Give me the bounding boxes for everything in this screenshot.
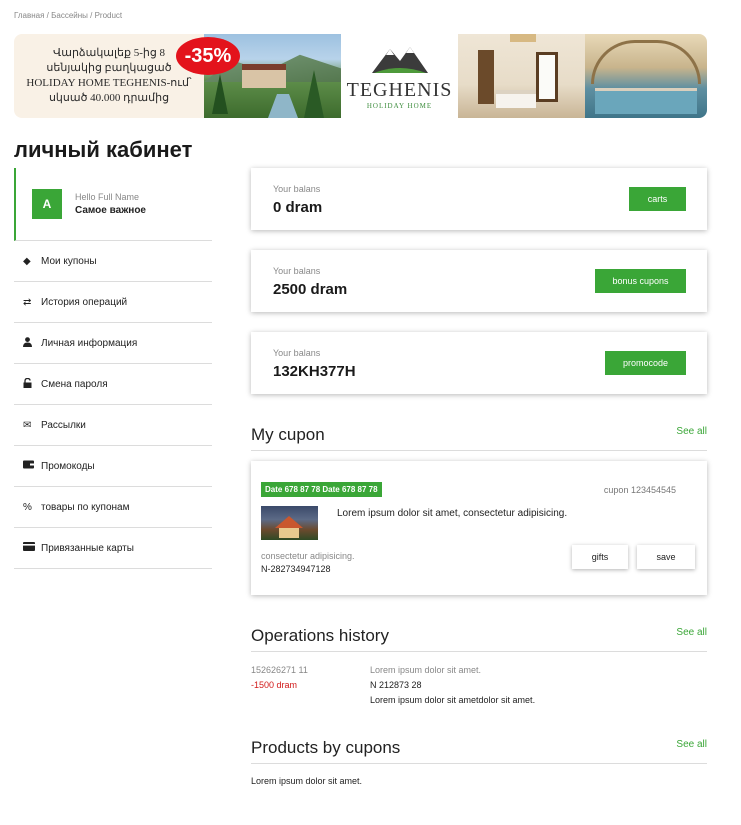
sidebar-item-personal-info[interactable]: Личная информация (14, 323, 212, 364)
save-button[interactable]: save (637, 545, 695, 569)
banner-photo-bedroom (458, 34, 585, 118)
credit-card-icon (23, 542, 39, 554)
operation-line: Lorem ipsum dolor sit amet. (370, 665, 482, 675)
section-title-products: Products by cupons (251, 738, 401, 757)
sidebar-item-label: История операций (41, 296, 128, 308)
balance-value: 2500 dram (273, 281, 348, 298)
logo-wordmark: TEGHENIS (346, 78, 453, 101)
breadcrumb[interactable]: Главная / Бассейны / Product (14, 11, 122, 20)
discount-badge: -35% (176, 37, 240, 75)
profile-subtitle: Самое важное (75, 205, 146, 216)
cupon-description: Lorem ipsum dolor sit amet, consectetur … (337, 508, 568, 519)
see-all-link[interactable]: See all (676, 426, 707, 437)
sidebar-item-label: Привязанные карты (41, 542, 134, 554)
balance-label: Your balans (273, 184, 321, 194)
sidebar-item-newsletters[interactable]: ✉ Рассылки (14, 405, 212, 446)
swap-arrows-icon: ⇄ (23, 296, 32, 308)
sidebar-item-label: Мои купоны (41, 255, 97, 267)
section-title-operations: Operations history (251, 626, 389, 645)
operation-line: Lorem ipsum dolor sit ametdolor sit amet… (370, 695, 536, 705)
lock-icon (23, 377, 39, 391)
cupon-subtext: consectetur adipisicing. (261, 551, 355, 561)
sidebar-item-label: товары по купонам (41, 501, 130, 513)
avatar: A (32, 189, 62, 219)
sidebar-item-my-coupons[interactable]: ◆ Мои купоны (14, 241, 212, 282)
cupon-number: cupon 123454545 (603, 485, 676, 495)
profile-card[interactable]: A Hello Full Name Самое важное (14, 168, 212, 241)
cupon-card: Date 678 87 78 Date 678 87 78 cupon 1234… (251, 461, 707, 595)
see-all-link[interactable]: See all (676, 739, 707, 750)
promo-banner[interactable]: Վարձակալեք 5-ից 8 սենյակից բաղկացած HOLI… (14, 34, 707, 118)
carts-button[interactable]: carts (629, 187, 686, 211)
sidebar-item-operations-history[interactable]: ⇄ История операций (14, 282, 212, 323)
balance-label: Your balans (273, 266, 321, 276)
divider (251, 450, 707, 451)
balance-card-promocode: Your balans 132KH377H promocode (251, 332, 707, 394)
cupon-code: N-282734947128 (261, 564, 331, 574)
profile-greeting: Hello Full Name (75, 192, 140, 202)
operation-amount: -1500 dram (251, 680, 298, 690)
balance-value: 132KH377H (273, 363, 356, 380)
balance-card-bonus: Your balans 2500 dram bonus cupons (251, 250, 707, 312)
see-all-link[interactable]: See all (676, 627, 707, 638)
section-title-my-cupon: My cupon (251, 425, 325, 444)
wallet-icon (23, 460, 39, 472)
promocode-button[interactable]: promocode (605, 351, 686, 375)
sidebar-item-promocodes[interactable]: Промокоды (14, 446, 212, 487)
banner-text-line: Վարձակալեք 5-ից 8 (52, 47, 166, 59)
banner-text-line: սենյակից բաղկացած (46, 62, 172, 74)
date-badge: Date 678 87 78 Date 678 87 78 (261, 482, 382, 497)
sidebar-item-change-password[interactable]: Смена пароля (14, 364, 212, 405)
sidebar-item-label: Личная информация (41, 337, 138, 349)
products-text: Lorem ipsum dolor sit amet. (251, 776, 363, 786)
gifts-button[interactable]: gifts (572, 545, 628, 569)
banner-text-line: HOLIDAY HOME TEGHENIS-ում՝ (26, 77, 192, 89)
balance-label: Your balans (273, 348, 321, 358)
mountain-logo-icon (371, 46, 428, 73)
sidebar-item-label: Рассылки (41, 419, 86, 431)
sidebar-item-label: Смена пароля (41, 378, 108, 390)
sidebar-item-label: Промокоды (41, 460, 95, 472)
operation-number: N 212873 28 (370, 680, 422, 690)
user-icon (23, 336, 39, 350)
cupon-thumbnail[interactable] (261, 506, 318, 540)
sidebar-item-linked-cards[interactable]: Привязанные карты (14, 528, 212, 569)
account-sidebar: A Hello Full Name Самое важное ◆ Мои куп… (14, 168, 212, 569)
teghenis-logo: TEGHENIS HOLIDAY HOME (341, 34, 458, 118)
tag-icon: ◆ (23, 255, 31, 267)
logo-subtitle: HOLIDAY HOME (366, 101, 433, 110)
sidebar-item-coupon-products[interactable]: % товары по купонам (14, 487, 212, 528)
percent-icon: % (23, 501, 32, 513)
banner-text-line: սկսած 40.000 դրամից (48, 92, 170, 104)
divider (251, 763, 707, 764)
page-title: личный кабинет (14, 137, 193, 162)
banner-text-block: Վարձակալեք 5-ից 8 սենյակից բաղկացած HOLI… (14, 34, 204, 118)
balance-value: 0 dram (273, 199, 323, 216)
operation-id: 152626271 11 (251, 665, 308, 675)
divider (251, 651, 707, 652)
envelope-icon: ✉ (23, 419, 32, 431)
banner-photo-pool (585, 34, 707, 118)
balance-card-money: Your balans 0 dram carts (251, 168, 707, 230)
bonus-cupons-button[interactable]: bonus cupons (595, 269, 686, 293)
